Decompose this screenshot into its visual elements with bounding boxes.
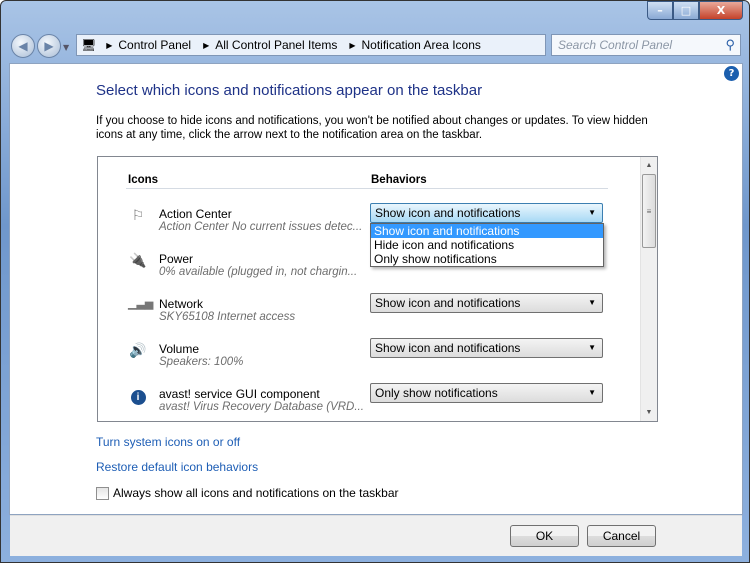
item-description: Action Center No current issues detec...: [159, 221, 363, 233]
turn-system-icons-link[interactable]: Turn system icons on or off: [96, 435, 240, 449]
list-item: 🔊 Volume Speakers: 100% Show icon and no…: [128, 338, 608, 382]
item-description: 0% available (plugged in, not chargin...: [159, 266, 358, 278]
breadcrumb-notification-area[interactable]: Notification Area Icons: [361, 38, 480, 52]
item-name: avast! service GUI component: [159, 387, 320, 401]
cancel-button[interactable]: Cancel: [587, 525, 656, 547]
header-divider: [126, 188, 608, 189]
network-icon: ▁▃▅: [128, 298, 154, 310]
selected-value: Only show notifications: [375, 386, 498, 400]
behavior-dropdown-list: Show icon and notifications Hide icon an…: [370, 223, 604, 267]
behavior-select[interactable]: Show icon and notifications ▼: [370, 293, 603, 313]
forward-button[interactable]: ▶: [37, 34, 61, 58]
icons-list-panel: Icons Behaviors ⚐ Action Center Action C…: [97, 156, 658, 422]
checkbox-label: Always show all icons and notifications …: [113, 486, 399, 500]
behavior-select[interactable]: Only show notifications ▼: [370, 383, 603, 403]
list-item: ⚐ Action Center Action Center No current…: [128, 203, 608, 267]
list-item: i avast! service GUI component avast! Vi…: [128, 383, 608, 421]
info-icon: i: [128, 387, 148, 405]
intro-text: If you choose to hide icons and notifica…: [96, 115, 648, 141]
back-button[interactable]: ◀: [11, 34, 35, 58]
item-description: SKY65108 Internet access: [159, 311, 296, 323]
vertical-scrollbar[interactable]: ▲ ≡ ▼: [640, 157, 657, 421]
volume-icon: 🔊: [129, 342, 147, 358]
recent-pages-icon[interactable]: ▼: [63, 43, 69, 58]
behavior-select[interactable]: Show icon and notifications ▼: [370, 203, 603, 223]
dropdown-option-hide[interactable]: Hide icon and notifications: [371, 238, 603, 252]
chevron-down-icon: ▼: [588, 298, 596, 307]
chevron-down-icon: ▼: [588, 343, 596, 352]
chevron-down-icon: ▼: [588, 208, 596, 217]
flag-icon: ⚐: [131, 207, 145, 223]
breadcrumb-arrow-icon[interactable]: ▶: [106, 41, 112, 50]
maximize-button[interactable]: □: [673, 1, 699, 20]
dropdown-option-show[interactable]: Show icon and notifications: [371, 224, 603, 238]
dropdown-option-only-notifications[interactable]: Only show notifications: [371, 252, 603, 266]
item-name: Volume: [159, 342, 200, 356]
close-button[interactable]: X: [699, 1, 743, 20]
search-placeholder: Search Control Panel: [558, 38, 673, 52]
scroll-down-icon[interactable]: ▼: [641, 404, 657, 421]
breadcrumb-control-panel[interactable]: Control Panel: [118, 38, 191, 52]
always-show-checkbox[interactable]: Always show all icons and notifications …: [96, 486, 399, 500]
column-header-behaviors: Behaviors: [371, 174, 427, 186]
breadcrumb-arrow-icon[interactable]: ▶: [349, 41, 355, 50]
list-item: ▁▃▅ Network SKY65108 Internet access Sho…: [128, 293, 608, 337]
nav-buttons: ◀ ▶ ▼: [11, 34, 69, 58]
content-area: ? Select which icons and notifications a…: [9, 63, 743, 556]
selected-value: Show icon and notifications: [375, 341, 521, 355]
search-icon[interactable]: ⚲: [725, 37, 735, 53]
chevron-down-icon: ▼: [588, 388, 596, 397]
ok-button[interactable]: OK: [510, 525, 579, 547]
restore-defaults-link[interactable]: Restore default icon behaviors: [96, 460, 258, 474]
item-description: Speakers: 100%: [159, 356, 244, 368]
behavior-select[interactable]: Show icon and notifications ▼: [370, 338, 603, 358]
caption-buttons: – □ X: [647, 1, 743, 20]
breadcrumb-all-items[interactable]: All Control Panel Items: [215, 38, 337, 52]
help-icon[interactable]: ?: [724, 66, 739, 81]
search-input[interactable]: Search Control Panel ⚲: [551, 34, 741, 56]
window: – □ X ◀ ▶ ▼ 🖥 ▶ Control Panel ▶ All Cont…: [0, 0, 750, 563]
selected-value: Show icon and notifications: [375, 296, 521, 310]
selected-value: Show icon and notifications: [375, 206, 521, 220]
footer-divider: [10, 515, 742, 516]
page-title: Select which icons and notifications app…: [96, 82, 483, 99]
address-bar[interactable]: 🖥 ▶ Control Panel ▶ All Control Panel It…: [76, 34, 615, 56]
breadcrumb-arrow-icon[interactable]: ▶: [203, 41, 209, 50]
item-name: Network: [159, 297, 204, 311]
control-panel-icon: 🖥: [81, 38, 97, 52]
item-name: Action Center: [159, 207, 232, 221]
minimize-button[interactable]: –: [647, 1, 673, 20]
power-icon: 🔌: [129, 252, 147, 268]
item-description: avast! Virus Recovery Database (VRD...: [159, 401, 364, 413]
column-header-icons: Icons: [128, 174, 159, 186]
scroll-up-icon[interactable]: ▲: [641, 157, 657, 174]
item-name: Power: [159, 252, 194, 266]
checkbox-box[interactable]: [96, 486, 109, 500]
scrollbar-thumb[interactable]: ≡: [642, 174, 656, 248]
